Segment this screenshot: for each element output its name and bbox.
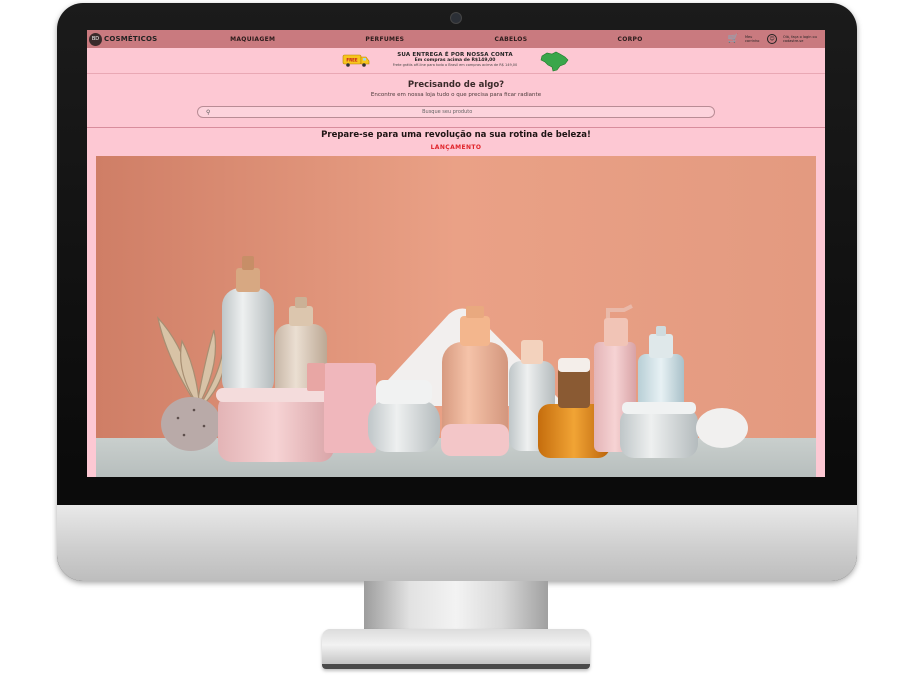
shipping-text-block: SUA ENTREGA É POR NOSSA CONTA Em compras… [375,52,535,67]
launch-tag[interactable]: LANÇAMENTO [87,144,825,151]
shipping-note: Frete grátis off-line para todo o Brasil… [392,63,518,67]
nav-item-maquiagem[interactable]: MAQUIAGEM [230,36,275,43]
search-bar[interactable]: ⚲ [197,106,715,118]
logo-text: COSMÉTICOS [104,35,158,43]
user-icon[interactable]: ☺ [767,34,777,44]
search-input[interactable] [210,109,684,115]
search-title: Precisando de algo? [407,80,505,90]
site-logo[interactable]: BD COSMÉTICOS [89,32,185,46]
nav-actions: 🛒 Meu carrinho ☺ Olá, faça o login ou ca… [728,34,819,44]
truck-icon: FREE [342,54,370,67]
truck-label: FREE [346,58,358,63]
monitor-chin [57,505,857,581]
cart-label[interactable]: Meu carrinho [745,35,761,43]
cart-icon[interactable]: 🛒 [728,34,739,44]
login-link[interactable]: Olá, faça o login ou cadastre-se [783,35,819,43]
monitor-stand-edge [322,664,590,669]
search-subtitle: Encontre em nossa loja tudo o que precis… [370,92,542,98]
free-shipping-banner: FREE SUA ENTREGA É POR NOSSA CONTA Em co… [87,48,825,73]
brazil-map-icon [540,51,569,72]
hero-headline: Prepare-se para uma revolução na sua rot… [321,130,591,140]
webcam [450,12,462,24]
monitor-stand-foot [322,629,590,669]
nav-item-corpo[interactable]: CORPO [618,36,643,43]
nav-menu: MAQUIAGEM PERFUMES CABELOS CORPO [185,36,728,43]
nav-item-perfumes[interactable]: PERFUMES [365,36,404,43]
website-screen: BD COSMÉTICOS MAQUIAGEM PERFUMES CABELOS… [87,30,825,477]
nav-item-cabelos[interactable]: CABELOS [494,36,527,43]
search-section: Precisando de algo? Encontre em nossa lo… [87,73,825,128]
hero-product-image [96,156,816,477]
monitor-stand-neck [364,581,548,629]
logo-badge: BD [89,32,102,46]
top-navbar: BD COSMÉTICOS MAQUIAGEM PERFUMES CABELOS… [87,30,825,48]
